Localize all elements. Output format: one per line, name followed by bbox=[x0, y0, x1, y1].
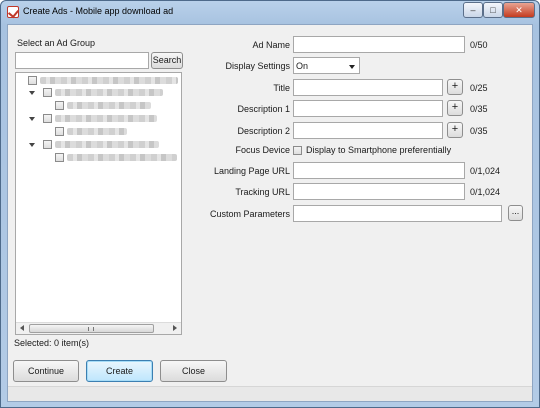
tree-campaign-label-redacted bbox=[55, 141, 159, 148]
description2-label: Description 2 bbox=[237, 126, 290, 136]
tree-campaign-checkbox[interactable] bbox=[43, 88, 52, 97]
tree-horizontal-scrollbar[interactable] bbox=[16, 322, 181, 334]
tree-campaign-label-redacted bbox=[55, 89, 163, 96]
tracking-url-input[interactable] bbox=[293, 183, 465, 200]
tree-adgroup-label-redacted bbox=[67, 102, 151, 109]
tree-root-checkbox[interactable] bbox=[28, 76, 37, 85]
status-strip bbox=[8, 386, 532, 401]
description1-input[interactable] bbox=[293, 100, 443, 117]
tree-adgroup-checkbox[interactable] bbox=[55, 153, 64, 162]
tree-node-campaign-2[interactable] bbox=[16, 113, 181, 139]
ad-group-search-input[interactable] bbox=[15, 52, 149, 69]
description1-counter: 0/35 bbox=[470, 104, 488, 114]
tree-node-campaign-3[interactable] bbox=[16, 139, 181, 165]
description1-add-button[interactable]: + bbox=[447, 100, 463, 116]
tracking-url-label: Tracking URL bbox=[235, 187, 290, 197]
landing-page-url-label: Landing Page URL bbox=[213, 166, 290, 176]
tree-adgroup-label-redacted bbox=[67, 154, 177, 161]
expand-arrow-icon[interactable] bbox=[29, 117, 35, 121]
minimize-button[interactable]: – bbox=[463, 2, 483, 18]
tree-node-root[interactable] bbox=[16, 73, 181, 87]
create-button[interactable]: Create bbox=[86, 360, 153, 382]
ad-name-counter: 0/50 bbox=[470, 40, 488, 50]
tree-node-campaign-1[interactable] bbox=[16, 87, 181, 113]
custom-parameters-label: Custom Parameters bbox=[209, 209, 290, 219]
tracking-url-counter: 0/1,024 bbox=[470, 187, 501, 197]
description2-counter: 0/35 bbox=[470, 126, 488, 136]
landing-page-url-counter: 0/1,024 bbox=[470, 166, 501, 176]
description2-add-button[interactable]: + bbox=[447, 122, 463, 138]
ad-group-tree[interactable] bbox=[15, 72, 182, 335]
expand-arrow-icon[interactable] bbox=[29, 91, 35, 95]
description2-input[interactable] bbox=[293, 122, 443, 139]
maximize-button[interactable]: □ bbox=[483, 2, 503, 18]
display-settings-label: Display Settings bbox=[225, 61, 290, 71]
ad-name-input[interactable] bbox=[293, 36, 465, 53]
display-settings-select[interactable]: On bbox=[293, 57, 360, 74]
selected-count: Selected: 0 item(s) bbox=[14, 338, 90, 348]
title-add-button[interactable]: + bbox=[447, 79, 463, 95]
scrollbar-grip-icon bbox=[88, 327, 94, 331]
tree-campaign-checkbox[interactable] bbox=[43, 114, 52, 123]
title-bar[interactable]: Create Ads - Mobile app download ad – □ … bbox=[1, 1, 539, 23]
smartphone-preference-label[interactable]: Display to Smartphone preferentially bbox=[306, 145, 451, 155]
display-settings-value: On bbox=[296, 61, 309, 71]
tree-root-label-redacted bbox=[40, 77, 178, 84]
continue-button[interactable]: Continue bbox=[13, 360, 79, 382]
title-label: Title bbox=[273, 83, 290, 93]
scrollbar-thumb[interactable] bbox=[29, 324, 154, 333]
focus-device-label: Focus Device bbox=[235, 145, 290, 155]
title-input[interactable] bbox=[293, 79, 443, 96]
landing-page-url-input[interactable] bbox=[293, 162, 465, 179]
app-checkmark-icon bbox=[7, 6, 19, 18]
expand-arrow-icon[interactable] bbox=[29, 143, 35, 147]
create-ads-window: Create Ads - Mobile app download ad – □ … bbox=[0, 0, 540, 408]
title-counter: 0/25 bbox=[470, 83, 488, 93]
description1-label: Description 1 bbox=[237, 104, 290, 114]
chevron-down-icon bbox=[349, 65, 355, 69]
close-window-button[interactable]: ✕ bbox=[503, 2, 535, 18]
window-title: Create Ads - Mobile app download ad bbox=[23, 6, 174, 16]
tree-adgroup-checkbox[interactable] bbox=[55, 101, 64, 110]
custom-parameters-more-button[interactable]: ... bbox=[508, 205, 523, 221]
tree-adgroup-label-redacted bbox=[67, 128, 127, 135]
dialog-body: Select an Ad Group Search Selected: 0 it… bbox=[7, 24, 533, 402]
ad-name-label: Ad Name bbox=[252, 40, 290, 50]
close-button[interactable]: Close bbox=[160, 360, 227, 382]
smartphone-preference-checkbox[interactable] bbox=[293, 146, 302, 155]
tree-campaign-label-redacted bbox=[55, 115, 157, 122]
scroll-right-icon[interactable] bbox=[173, 325, 177, 331]
tree-campaign-checkbox[interactable] bbox=[43, 140, 52, 149]
ad-group-heading: Select an Ad Group bbox=[17, 38, 96, 48]
custom-parameters-input[interactable] bbox=[293, 205, 502, 222]
tree-adgroup-checkbox[interactable] bbox=[55, 127, 64, 136]
scroll-left-icon[interactable] bbox=[20, 325, 24, 331]
